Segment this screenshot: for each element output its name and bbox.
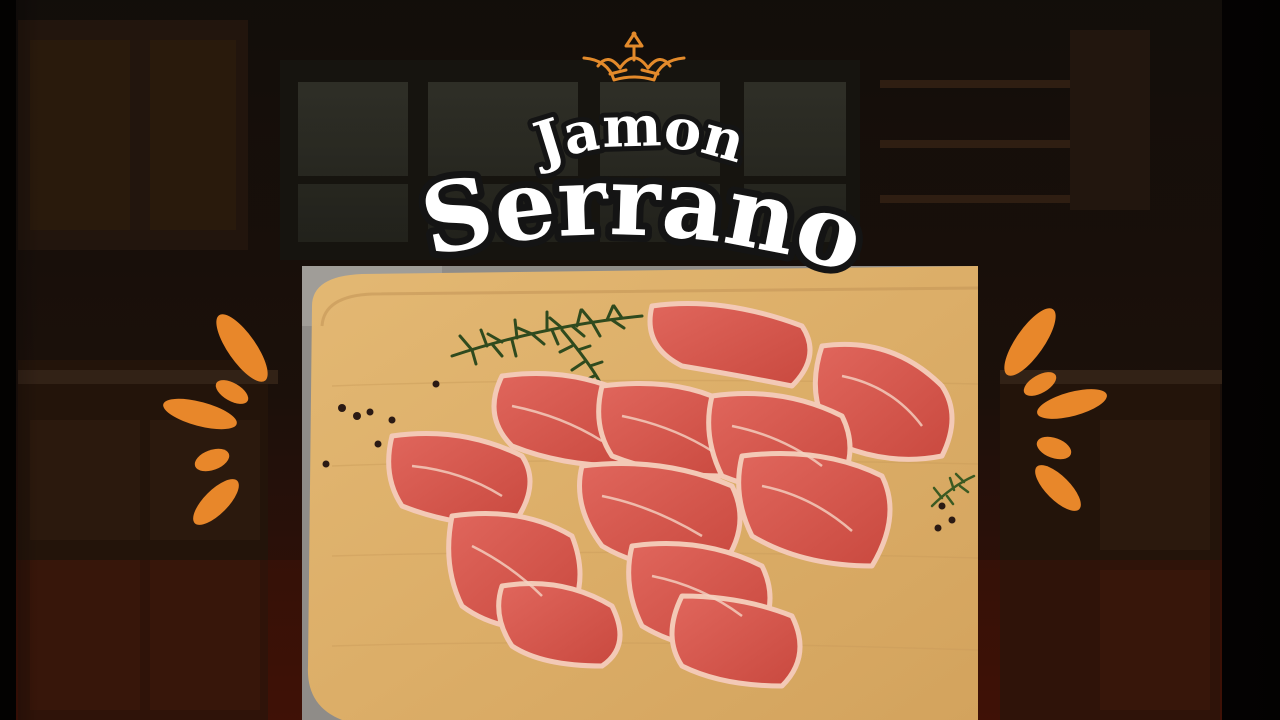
crown-icon [582,31,686,82]
burst-lines-left-icon [163,314,268,525]
product-photo [302,266,978,720]
title: Jamon Serrano [405,88,883,301]
burst-lines-right-icon [1004,308,1107,511]
title-line-2: Serrano [412,144,876,294]
thumbnail-canvas: Jamon Serrano [0,0,1280,720]
